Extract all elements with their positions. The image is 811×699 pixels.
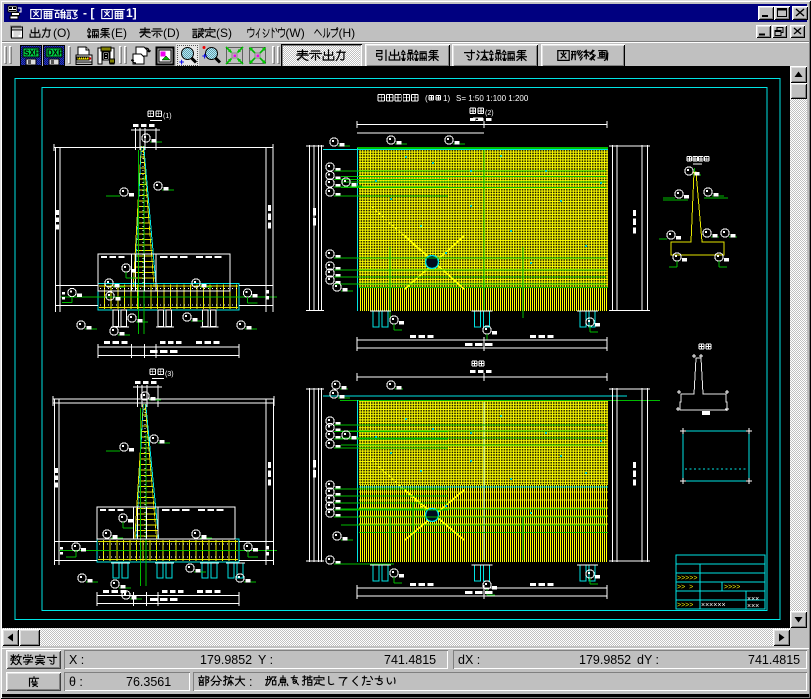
svg-text:(: (	[425, 94, 428, 103]
svg-text:(2): (2)	[485, 110, 494, 117]
svg-text:>>>>: >>>>	[677, 602, 693, 609]
svg-text:SXF: SXF	[24, 49, 40, 58]
svg-text:1): 1)	[443, 94, 450, 103]
svg-text:DXF: DXF	[47, 49, 63, 58]
svg-text:+: +	[202, 51, 207, 61]
svg-text:(3): (3)	[165, 371, 174, 378]
svg-text:>>>>>: >>>>>	[677, 575, 697, 582]
svg-text:>> >: >> >	[677, 584, 693, 591]
svg-text:S= 1:50 1:100 1:200: S= 1:50 1:100 1:200	[456, 94, 529, 103]
svg-text:+: +	[179, 57, 184, 66]
svg-text:>>>>: >>>>	[724, 584, 740, 591]
svg-text:×××: ×××	[747, 596, 759, 603]
svg-text:×××: ×××	[747, 603, 759, 610]
svg-text:(1): (1)	[163, 113, 172, 120]
svg-text:××××××: ××××××	[701, 602, 726, 609]
